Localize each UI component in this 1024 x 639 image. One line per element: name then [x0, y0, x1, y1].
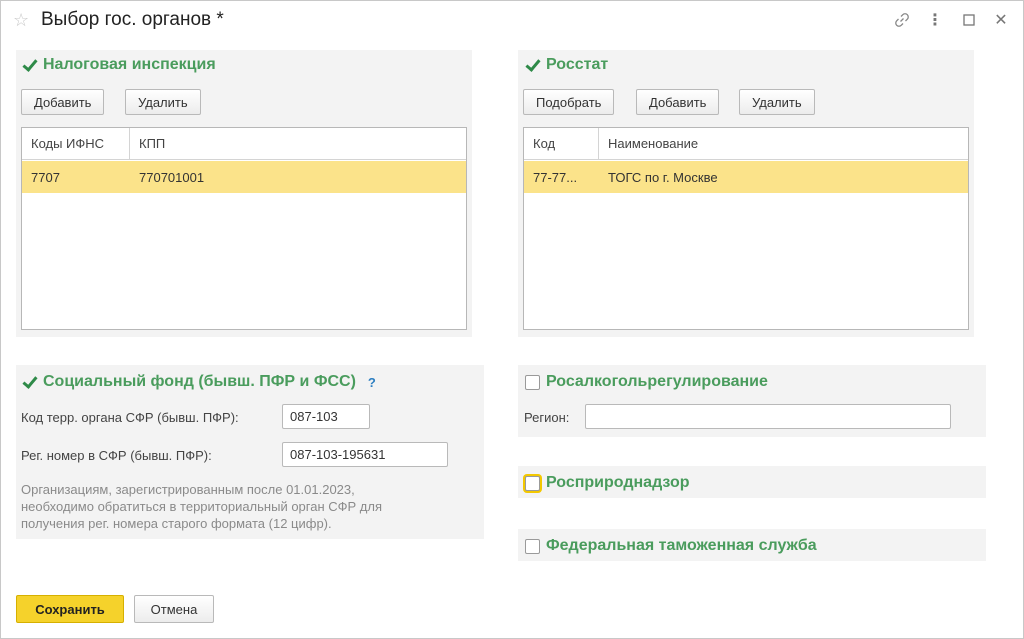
sfr-reg-field[interactable]	[282, 442, 448, 467]
tax-add-button[interactable]: Добавить	[21, 89, 105, 115]
dialog-window: ☆ Выбор гос. органов * ⋮ ✕ Налоговая инс…	[0, 0, 1024, 639]
maximize-icon[interactable]	[959, 10, 979, 30]
rosstat-title: Росстат	[546, 56, 609, 73]
rosstat-add-button[interactable]: Добавить	[636, 89, 720, 115]
region-label: Регион:	[524, 410, 570, 425]
help-icon[interactable]: ?	[368, 375, 376, 390]
sfr-code-label: Код терр. органа СФР (бывш. ПФР):	[21, 410, 239, 425]
tax-checkbox[interactable]	[22, 58, 37, 73]
column-header[interactable]: Коды ИФНС	[22, 128, 130, 159]
table-row[interactable]: 7707 770701001	[22, 161, 466, 193]
column-header[interactable]: Код	[524, 128, 599, 159]
customs-checkbox[interactable]	[525, 538, 540, 554]
more-icon[interactable]: ⋮	[925, 10, 945, 30]
nature-title: Росприроднадзор	[546, 474, 690, 491]
sfr-title: Социальный фонд (бывш. ПФР и ФСС)	[43, 373, 356, 390]
customs-title: Федеральная таможенная служба	[546, 537, 817, 554]
alco-header: Росалкогольрегулирование	[525, 373, 768, 391]
tax-title: Налоговая инспекция	[43, 56, 216, 73]
title-bar: ☆ Выбор гос. органов * ⋮ ✕	[1, 1, 1023, 41]
table-header: Код Наименование	[524, 128, 968, 160]
table-row[interactable]: 77-77... ТОГС по г. Москве	[524, 161, 968, 193]
table-cell: 77-77...	[533, 169, 578, 185]
table-cell: 770701001	[139, 169, 205, 185]
alco-checkbox[interactable]	[525, 374, 540, 390]
rosstat-checkbox[interactable]	[525, 58, 540, 73]
rosstat-header: Росстат	[525, 56, 608, 74]
sfr-note: Организациям, зарегистрированным после 0…	[21, 482, 383, 531]
window-title: Выбор гос. органов *	[41, 9, 224, 30]
rosstat-table: Код Наименование 77-77... ТОГС по г. Мос…	[523, 127, 969, 330]
tax-table: Коды ИФНС КПП 7707 770701001	[21, 127, 467, 330]
sfr-code-field[interactable]	[282, 404, 370, 429]
nature-header: Росприроднадзор	[525, 474, 690, 492]
star-icon[interactable]: ☆	[13, 10, 29, 30]
link-icon[interactable]	[892, 10, 912, 30]
save-button[interactable]: Сохранить	[16, 595, 124, 623]
sfr-checkbox[interactable]	[22, 375, 37, 390]
region-field[interactable]	[585, 404, 951, 429]
rosstat-delete-button[interactable]: Удалить	[739, 89, 815, 115]
rosstat-pick-button[interactable]: Подобрать	[523, 89, 615, 115]
customs-header: Федеральная таможенная служба	[525, 537, 817, 555]
tax-header: Налоговая инспекция	[22, 56, 216, 74]
column-header[interactable]: Наименование	[599, 128, 968, 159]
table-cell: ТОГС по г. Москве	[608, 169, 718, 185]
alco-title: Росалкогольрегулирование	[546, 373, 768, 390]
close-icon[interactable]: ✕	[991, 10, 1011, 30]
table-cell: 7707	[31, 169, 60, 185]
tax-delete-button[interactable]: Удалить	[125, 89, 201, 115]
table-header: Коды ИФНС КПП	[22, 128, 466, 160]
nature-checkbox[interactable]	[525, 475, 540, 491]
sfr-reg-label: Рег. номер в СФР (бывш. ПФР):	[21, 448, 212, 463]
column-header[interactable]: КПП	[130, 128, 466, 159]
sfr-header: Социальный фонд (бывш. ПФР и ФСС) ?	[22, 373, 376, 391]
cancel-button[interactable]: Отмена	[134, 595, 214, 623]
